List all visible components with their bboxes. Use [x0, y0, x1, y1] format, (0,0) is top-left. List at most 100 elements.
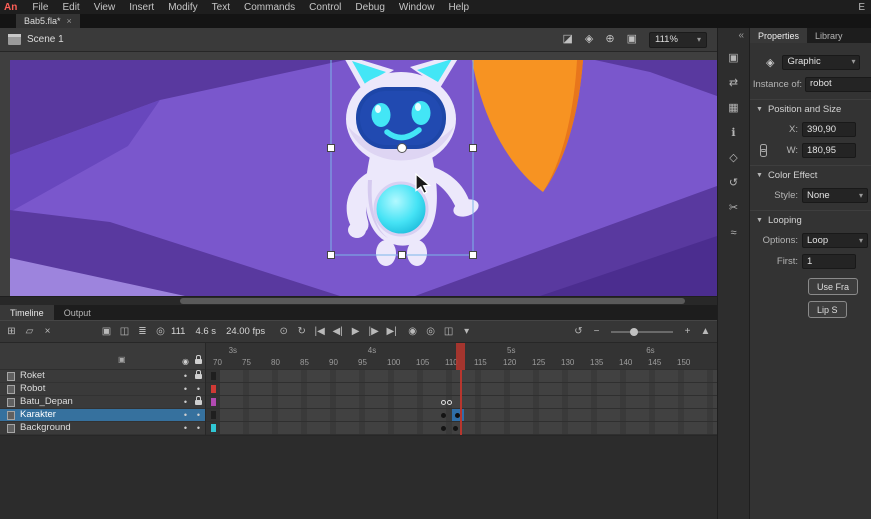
close-tab-icon[interactable]: ×: [67, 16, 72, 26]
zoom-in-icon[interactable]: +: [682, 327, 693, 337]
layer-visibility-dot[interactable]: •: [179, 372, 192, 381]
zoom-select[interactable]: 111% ▾: [649, 32, 707, 48]
use-fra-button[interactable]: Use Fra: [808, 278, 858, 295]
layer-batu_depan[interactable]: Batu_Depan•: [0, 396, 205, 409]
center-stage-icon[interactable]: ⊕: [605, 34, 614, 45]
prev-frame-icon[interactable]: ◀|: [332, 327, 343, 337]
camera-toggle-icon[interactable]: ▣: [118, 355, 126, 364]
clip-content-icon[interactable]: ▣: [627, 34, 637, 45]
menu-edit[interactable]: Edit: [55, 2, 86, 13]
layer-visibility-dot[interactable]: •: [179, 424, 192, 433]
section-header-position-and-size[interactable]: ▼Position and Size: [750, 99, 871, 119]
edit-multiple-frames-icon[interactable]: ◫: [443, 327, 454, 337]
layer-background[interactable]: Background••: [0, 422, 205, 435]
reset-timeline-zoom-icon[interactable]: ↺: [573, 327, 584, 337]
scissors-panel-icon[interactable]: ✂: [723, 197, 745, 218]
layer-roket[interactable]: Roket•: [0, 370, 205, 383]
layer-robot[interactable]: Robot••: [0, 383, 205, 396]
tab-properties[interactable]: Properties: [750, 28, 807, 43]
edit-scene-icon[interactable]: ◪: [563, 34, 573, 45]
go-first-icon[interactable]: |◀: [314, 327, 325, 337]
loop-playback-icon[interactable]: ↻: [296, 327, 307, 337]
layer-lock-toggle[interactable]: [192, 372, 205, 381]
x-field[interactable]: 390,90: [802, 122, 856, 137]
onion-skin-outlines-icon[interactable]: ◎: [425, 327, 436, 337]
style-dropdown[interactable]: None▾: [802, 188, 868, 203]
first-field[interactable]: 1: [802, 254, 856, 269]
lock-all-icon[interactable]: [192, 357, 205, 366]
show-parent-layers-icon[interactable]: ◫: [119, 327, 130, 337]
pasteboard[interactable]: [0, 52, 717, 296]
disclosure-triangle-icon[interactable]: ▼: [756, 217, 763, 224]
play-icon[interactable]: ▶: [350, 327, 361, 337]
layer-lock-toggle[interactable]: •: [192, 411, 205, 420]
link-values-icon[interactable]: [759, 144, 768, 157]
menu-modify[interactable]: Modify: [161, 2, 204, 13]
layer-visibility-dot[interactable]: •: [179, 411, 192, 420]
playhead-handle[interactable]: [456, 343, 465, 370]
swap-panel-icon[interactable]: ⇄: [723, 72, 745, 93]
frame-view-icon[interactable]: ▲: [700, 327, 711, 337]
selection-handle[interactable]: [470, 145, 477, 152]
tab-output[interactable]: Output: [54, 305, 101, 320]
insert-layer-icon[interactable]: ⊞: [6, 327, 17, 337]
menu-window[interactable]: Window: [392, 2, 442, 13]
menu-help[interactable]: Help: [441, 2, 476, 13]
next-frame-icon[interactable]: |▶: [368, 327, 379, 337]
lip-s-button[interactable]: Lip S: [808, 301, 847, 318]
zoom-out-icon[interactable]: −: [591, 327, 602, 337]
horizontal-scrollbar[interactable]: [0, 296, 717, 305]
chart-panel-icon[interactable]: ≈: [723, 222, 745, 243]
app-logo[interactable]: An: [4, 2, 17, 13]
menu-view[interactable]: View: [87, 2, 123, 13]
scene-name[interactable]: Scene 1: [27, 34, 64, 45]
show-hide-all-icon[interactable]: ◉: [179, 358, 192, 366]
current-frame[interactable]: 111: [171, 326, 185, 337]
layer-lock-toggle[interactable]: •: [192, 385, 205, 394]
menu-file[interactable]: File: [25, 2, 55, 13]
edit-symbols-icon[interactable]: ◈: [585, 34, 593, 45]
selection-handle[interactable]: [470, 252, 477, 259]
menu-text[interactable]: Text: [205, 2, 237, 13]
selection-handle[interactable]: [399, 252, 406, 259]
transform-panel-icon[interactable]: ◇: [723, 147, 745, 168]
scrollbar-thumb[interactable]: [180, 298, 685, 304]
options-dropdown[interactable]: Loop▾: [802, 233, 868, 248]
highlight-layers-icon[interactable]: ◎: [155, 327, 166, 337]
camera-panel-icon[interactable]: ▣: [723, 47, 745, 68]
layer-depth-icon[interactable]: ≣: [137, 327, 148, 337]
menu-insert[interactable]: Insert: [122, 2, 161, 13]
info-panel-icon[interactable]: ℹ: [723, 122, 745, 143]
frame-rate[interactable]: 24.00 fps: [226, 326, 265, 337]
delete-layer-icon[interactable]: ×: [42, 327, 53, 337]
selection-handle[interactable]: [328, 252, 335, 259]
w-field[interactable]: 180,95: [802, 143, 856, 158]
disclosure-triangle-icon[interactable]: ▼: [756, 172, 763, 179]
align-panel-icon[interactable]: ▦: [723, 97, 745, 118]
layer-lock-toggle[interactable]: •: [192, 424, 205, 433]
layer-lock-toggle[interactable]: [192, 398, 205, 407]
menu-commands[interactable]: Commands: [237, 2, 302, 13]
onion-skin-icon[interactable]: ◉: [407, 327, 418, 337]
tab-timeline[interactable]: Timeline: [0, 305, 54, 320]
modify-markers-icon[interactable]: ▾: [461, 327, 472, 337]
layer-visibility-dot[interactable]: •: [179, 398, 192, 407]
stage-canvas[interactable]: [10, 60, 717, 296]
zoom-slider-thumb[interactable]: [630, 328, 638, 336]
camera-icon[interactable]: ▣: [101, 327, 112, 337]
frames-area[interactable]: 3s4s5s6s70758085909510010511011512012513…: [205, 343, 717, 435]
disclosure-triangle-icon[interactable]: ▼: [756, 106, 763, 113]
workspace-label[interactable]: E: [858, 2, 871, 13]
document-tab[interactable]: Bab5.fla* ×: [16, 14, 80, 28]
menu-debug[interactable]: Debug: [348, 2, 391, 13]
collapse-panels-icon[interactable]: «: [738, 30, 749, 41]
stage[interactable]: [10, 60, 717, 296]
section-header-looping[interactable]: ▼Looping: [750, 210, 871, 230]
selection-handle[interactable]: [328, 145, 335, 152]
timeline-zoom-slider[interactable]: [611, 331, 673, 333]
instance-name-field[interactable]: robot: [805, 77, 871, 92]
tab-library[interactable]: Library: [807, 28, 851, 43]
history-panel-icon[interactable]: ↺: [723, 172, 745, 193]
layer-visibility-dot[interactable]: •: [179, 385, 192, 394]
layer-karakter[interactable]: Karakter••: [0, 409, 205, 422]
